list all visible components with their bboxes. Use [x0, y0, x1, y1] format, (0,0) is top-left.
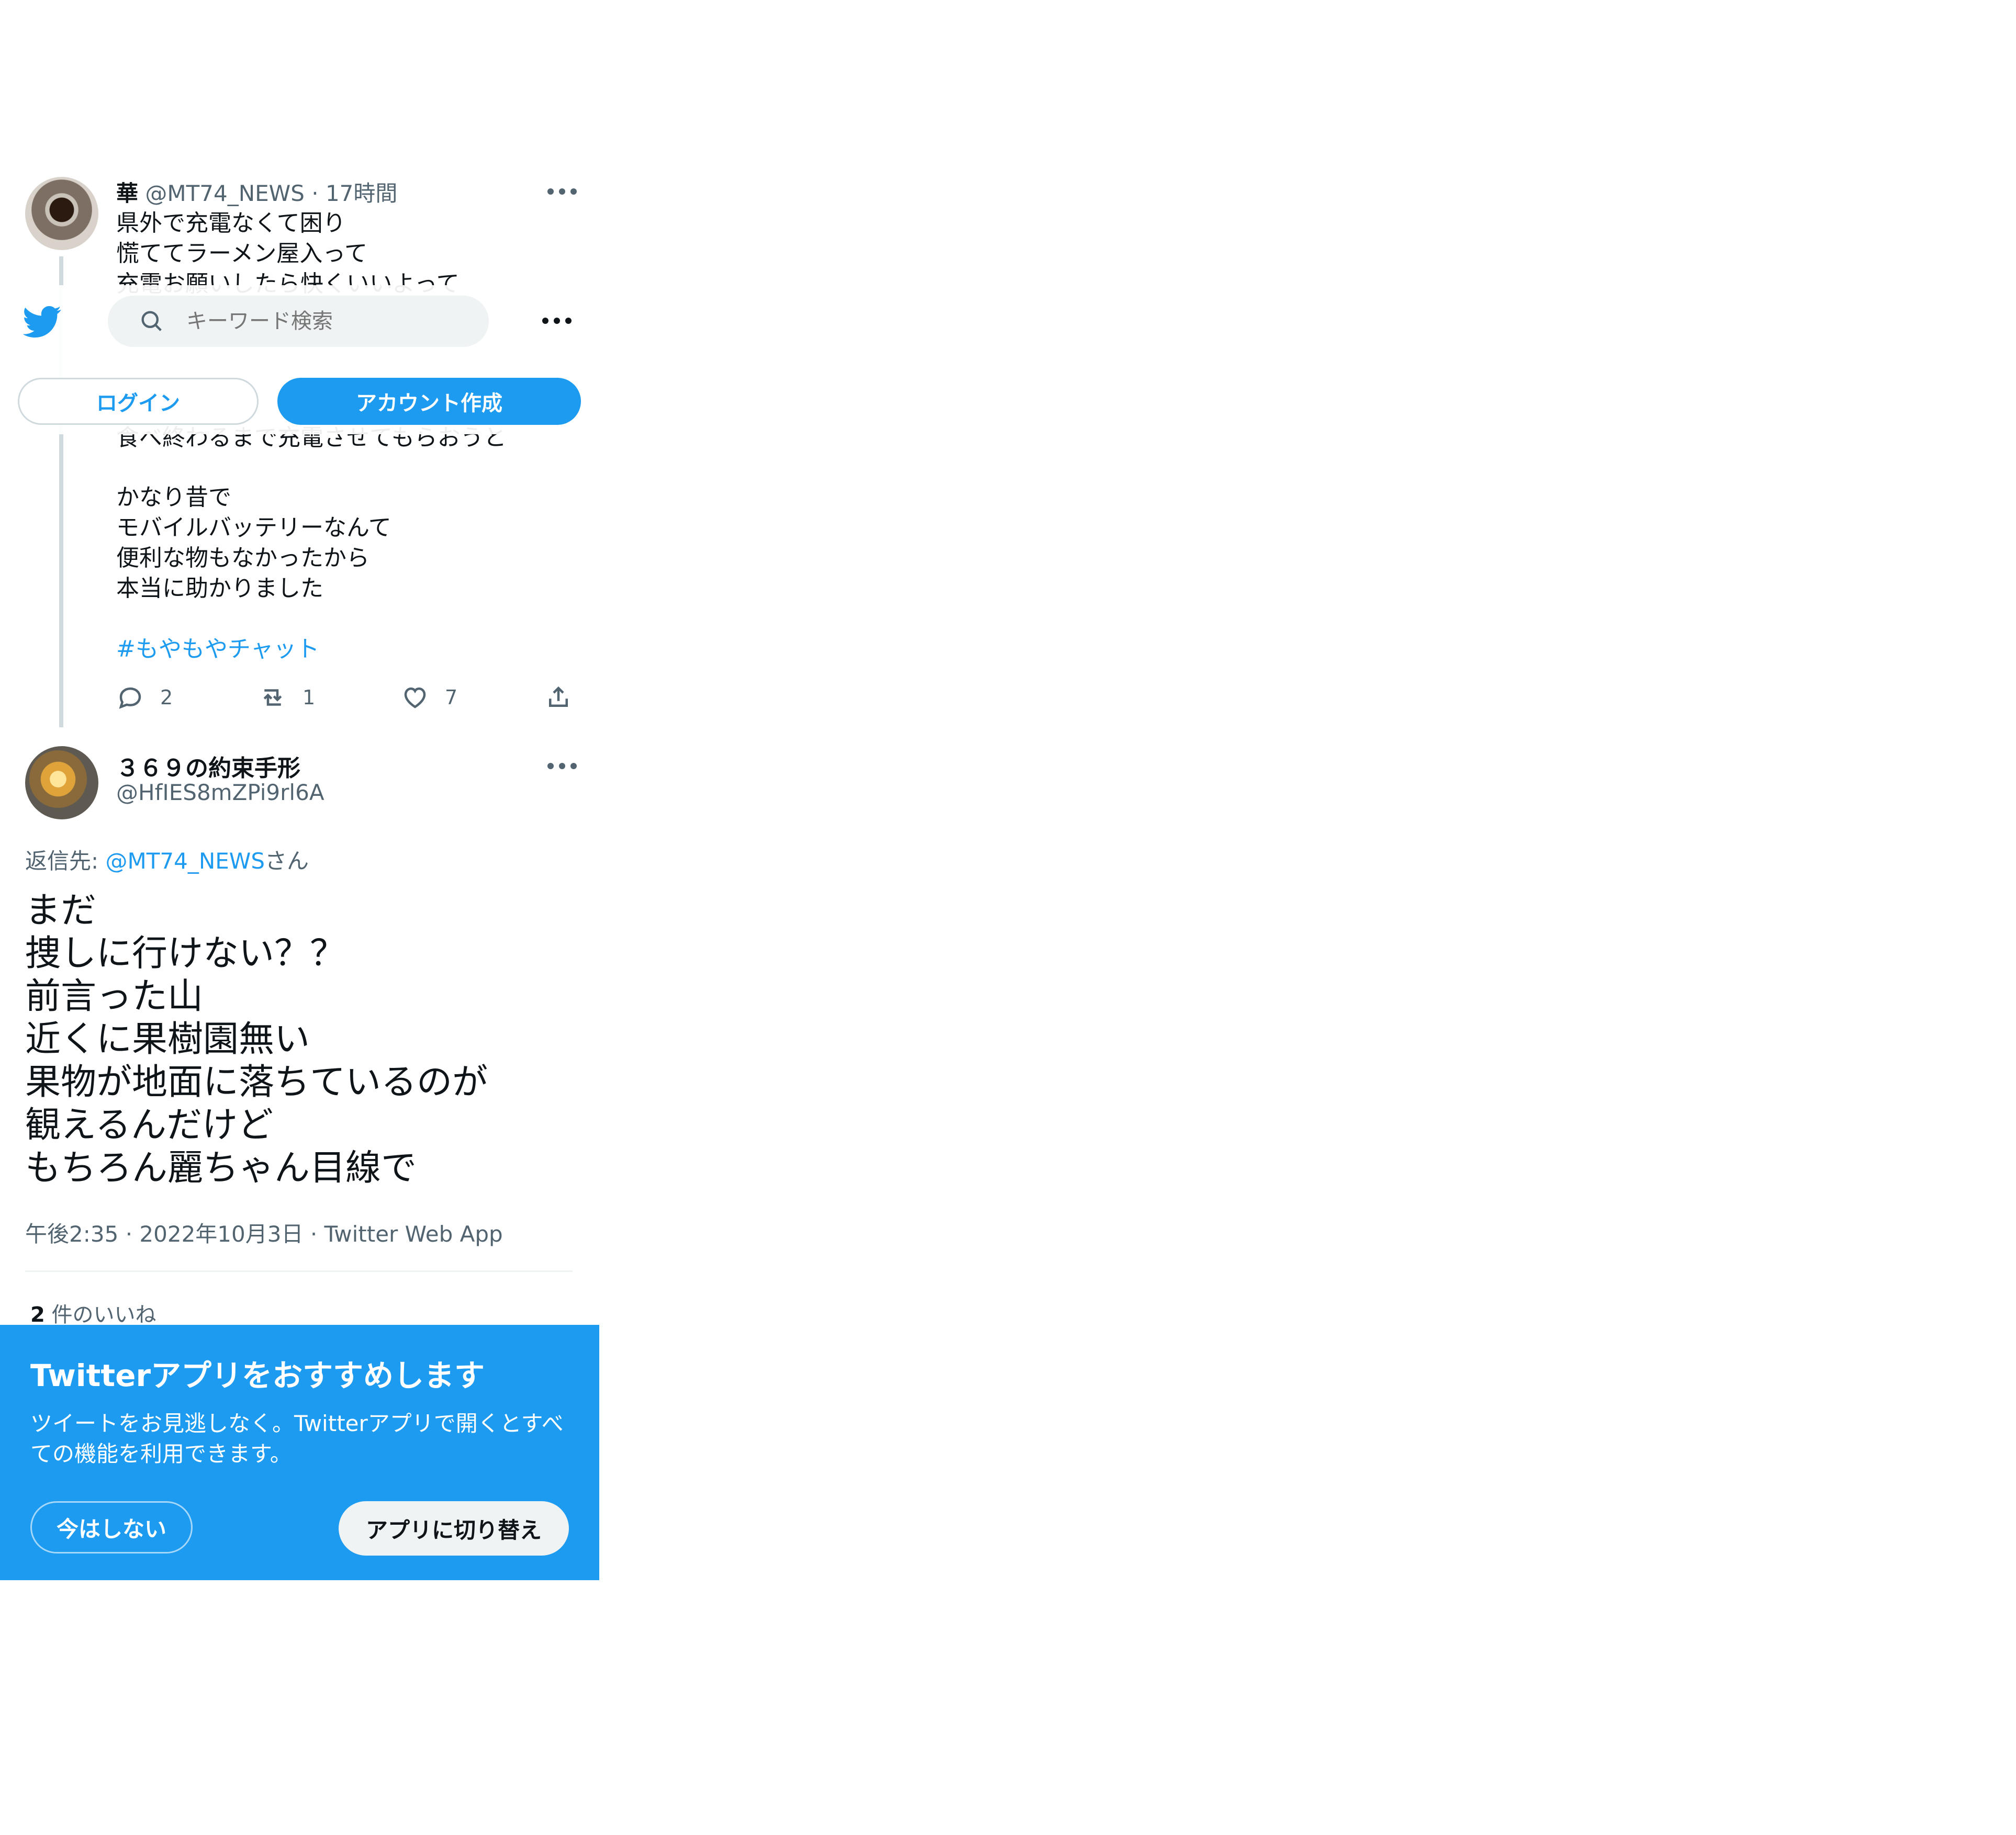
avatar[interactable] [25, 746, 98, 819]
share-icon [549, 686, 568, 707]
search-icon [141, 311, 162, 331]
reply-prefix: 返信先: [25, 848, 106, 874]
heart-icon [404, 687, 426, 708]
search-box[interactable] [108, 296, 489, 347]
reply-button[interactable]: 2 [116, 683, 173, 712]
author-name[interactable]: ３６９の約束手形 [116, 749, 300, 783]
separator: · [125, 1221, 133, 1247]
likes-count: 2 [30, 1303, 45, 1327]
tweet-line: もちろん麗ちゃん目線で [25, 1147, 417, 1189]
reply-count: 2 [160, 686, 173, 709]
signup-button[interactable]: アカウント作成 [277, 378, 581, 425]
tweet-header: 華 @MT74_NEWS · 17時間 [116, 176, 397, 208]
more-options-icon[interactable] [547, 763, 577, 769]
tweet-line: まだ [25, 890, 97, 931]
reply-to-link[interactable]: @MT74_NEWS [106, 848, 265, 874]
retweet-count: 1 [303, 686, 316, 709]
reply-suffix: さん [265, 848, 309, 874]
tweet-time[interactable]: 17時間 [326, 181, 397, 206]
tweet-source[interactable]: Twitter Web App [324, 1221, 503, 1247]
search-input[interactable] [185, 309, 449, 334]
tweet-metadata: 午後2:35 · 2022年10月3日 · Twitter Web App [25, 1217, 503, 1248]
like-count: 7 [445, 686, 458, 709]
tweet-body-continued: かなり昔で モバイルバッテリーなんて 便利な物もなかったから 本当に助かりました… [116, 482, 391, 665]
tweet-line: 便利な物もなかったから [116, 545, 369, 571]
tweet-line: 観えるんだけど [25, 1105, 273, 1146]
likes-summary[interactable]: 2 件のいいね [30, 1298, 156, 1328]
login-label: ログイン [96, 391, 180, 415]
reply-context: 返信先: @MT74_NEWSさん [25, 843, 309, 875]
tweet-line: 果物が地面に落ちているのが [25, 1062, 488, 1103]
not-now-button[interactable]: 今はしない [30, 1501, 193, 1553]
avatar[interactable] [25, 177, 98, 250]
retweet-icon [263, 689, 282, 706]
more-options-icon[interactable] [547, 188, 577, 195]
login-button[interactable]: ログイン [18, 378, 259, 425]
tweet-line: モバイルバッテリーなんて [116, 514, 391, 541]
tweet-line: 捜しに行けない？？ [25, 933, 346, 974]
tweet-text: まだ 捜しに行けない？？ 前言った山 近くに果樹園無い 果物が地面に落ちているの… [25, 890, 488, 1190]
tweet-timestamp[interactable]: 午後2:35 [25, 1221, 118, 1247]
tweet-line: 近くに果樹園無い [25, 1019, 310, 1060]
tweet-line: 前言った山 [25, 976, 204, 1017]
share-button[interactable] [544, 683, 573, 712]
retweet-button[interactable]: 1 [259, 683, 315, 712]
banner-description: ツイートをお見逃しなく。Twitterアプリで開くとすべての機能を利用できます。 [30, 1411, 564, 1467]
tweet-line: 慌ててラーメン屋入って [116, 240, 368, 267]
twitter-bird-icon[interactable] [23, 301, 62, 340]
author-name[interactable]: 華 [116, 181, 138, 206]
not-now-label: 今はしない [56, 1516, 166, 1542]
author-handle[interactable]: @HfIES8mZPi9rl6A [116, 780, 324, 805]
more-menu-icon[interactable] [542, 318, 572, 324]
signup-label: アカウント作成 [356, 391, 502, 415]
reply-icon [119, 687, 141, 709]
tweet-line: 本当に助かりました [116, 575, 323, 602]
tweet-date[interactable]: 2022年10月3日 [139, 1221, 303, 1247]
separator: · [310, 1221, 318, 1247]
switch-to-app-button[interactable]: アプリに切り替え [339, 1501, 569, 1556]
banner-title: Twitterアプリをおすすめします [30, 1358, 485, 1393]
hashtag-link[interactable]: #もやもやチャット [116, 634, 391, 665]
app-promo-banner: Twitterアプリをおすすめします ツイートをお見逃しなく。Twitterアプ… [0, 1325, 599, 1580]
switch-to-app-label: アプリに切り替え [365, 1517, 542, 1543]
like-button[interactable]: 7 [401, 683, 457, 712]
likes-label: 件のいいね [44, 1303, 156, 1327]
separator: · [311, 181, 319, 206]
author-handle[interactable]: @MT74_NEWS [145, 181, 304, 206]
tweet-line: かなり昔で [116, 484, 231, 511]
divider [25, 1270, 573, 1272]
tweet-line: 県外で充電なくて困り [116, 210, 346, 237]
